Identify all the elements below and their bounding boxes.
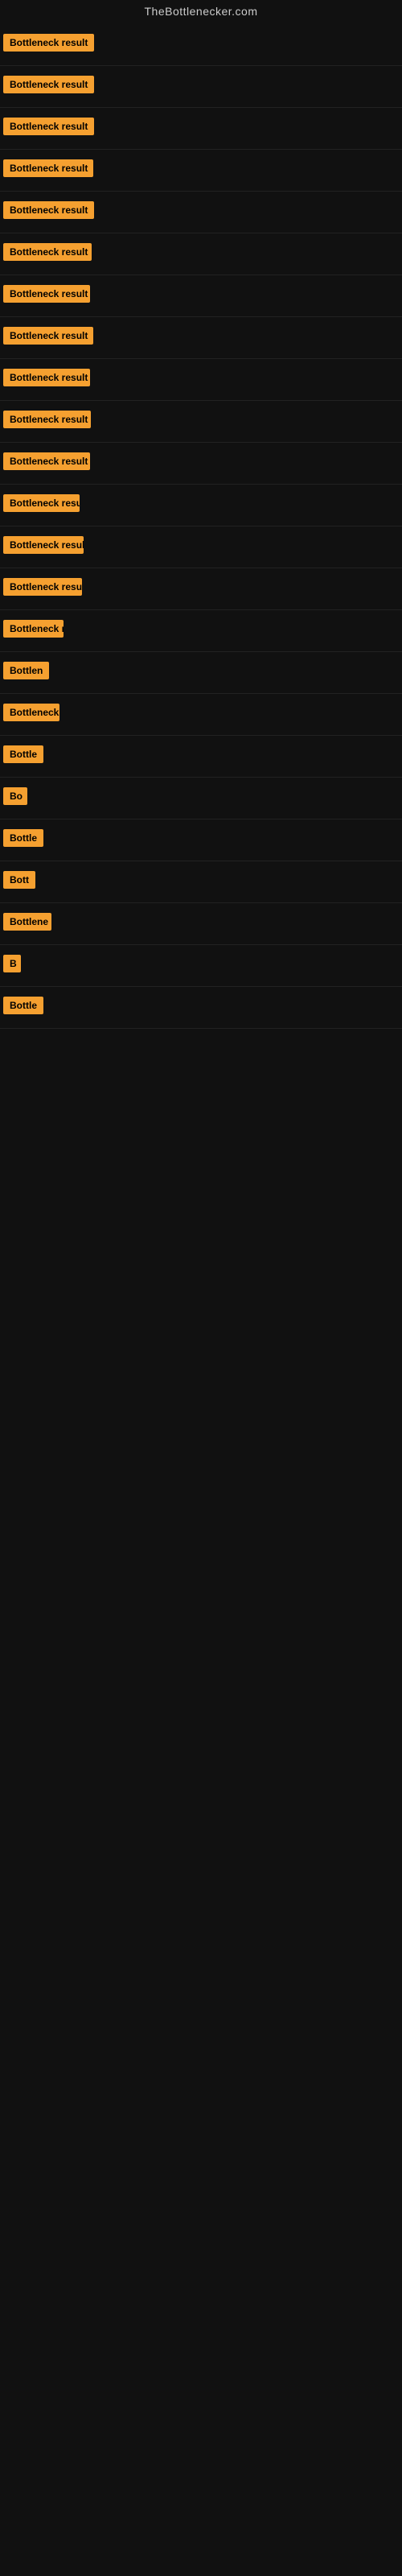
- bottleneck-badge-12[interactable]: Bottleneck resu: [3, 494, 80, 512]
- bottleneck-badge-24[interactable]: Bottle: [3, 997, 43, 1014]
- result-row-5: Bottleneck result: [0, 192, 402, 233]
- bottleneck-badge-20[interactable]: Bottle: [3, 829, 43, 847]
- bottleneck-badge-14[interactable]: Bottleneck resul: [3, 578, 82, 596]
- bottleneck-badge-9[interactable]: Bottleneck result: [3, 369, 90, 386]
- result-row-23: B: [0, 945, 402, 987]
- bottleneck-badge-10[interactable]: Bottleneck result: [3, 411, 91, 428]
- result-row-19: Bo: [0, 778, 402, 819]
- result-row-14: Bottleneck resul: [0, 568, 402, 610]
- result-row-3: Bottleneck result: [0, 108, 402, 150]
- result-row-4: Bottleneck result: [0, 150, 402, 192]
- result-row-12: Bottleneck resu: [0, 485, 402, 526]
- result-row-21: Bott: [0, 861, 402, 903]
- bottleneck-badge-19[interactable]: Bo: [3, 787, 27, 805]
- result-row-22: Bottlene: [0, 903, 402, 945]
- bottleneck-badge-1[interactable]: Bottleneck result: [3, 34, 94, 52]
- result-row-17: Bottleneck: [0, 694, 402, 736]
- results-container: Bottleneck result Bottleneck result Bottle…: [0, 24, 402, 1029]
- bottleneck-badge-17[interactable]: Bottleneck: [3, 704, 59, 721]
- result-row-1: Bottleneck result: [0, 24, 402, 66]
- bottleneck-badge-2[interactable]: Bottleneck result: [3, 76, 94, 93]
- bottleneck-badge-13[interactable]: Bottleneck resul: [3, 536, 84, 554]
- bottleneck-badge-15[interactable]: Bottleneck r: [3, 620, 64, 638]
- bottleneck-badge-23[interactable]: B: [3, 955, 21, 972]
- result-row-18: Bottle: [0, 736, 402, 778]
- bottleneck-badge-6[interactable]: Bottleneck result: [3, 243, 92, 261]
- bottleneck-badge-7[interactable]: Bottleneck result: [3, 285, 90, 303]
- result-row-2: Bottleneck result: [0, 66, 402, 108]
- result-row-16: Bottlen: [0, 652, 402, 694]
- bottleneck-badge-8[interactable]: Bottleneck result: [3, 327, 93, 345]
- result-row-6: Bottleneck result: [0, 233, 402, 275]
- bottleneck-badge-4[interactable]: Bottleneck result: [3, 159, 93, 177]
- result-row-20: Bottle: [0, 819, 402, 861]
- bottleneck-badge-22[interactable]: Bottlene: [3, 913, 51, 931]
- result-row-8: Bottleneck result: [0, 317, 402, 359]
- result-row-13: Bottleneck resul: [0, 526, 402, 568]
- result-row-24: Bottle: [0, 987, 402, 1029]
- bottleneck-badge-16[interactable]: Bottlen: [3, 662, 49, 679]
- result-row-10: Bottleneck result: [0, 401, 402, 443]
- bottleneck-badge-5[interactable]: Bottleneck result: [3, 201, 94, 219]
- result-row-11: Bottleneck result: [0, 443, 402, 485]
- site-title: TheBottlenecker.com: [0, 0, 402, 24]
- result-row-15: Bottleneck r: [0, 610, 402, 652]
- bottleneck-badge-11[interactable]: Bottleneck result: [3, 452, 90, 470]
- result-row-9: Bottleneck result: [0, 359, 402, 401]
- result-row-7: Bottleneck result: [0, 275, 402, 317]
- bottleneck-badge-21[interactable]: Bott: [3, 871, 35, 889]
- bottleneck-badge-3[interactable]: Bottleneck result: [3, 118, 94, 135]
- bottleneck-badge-18[interactable]: Bottle: [3, 745, 43, 763]
